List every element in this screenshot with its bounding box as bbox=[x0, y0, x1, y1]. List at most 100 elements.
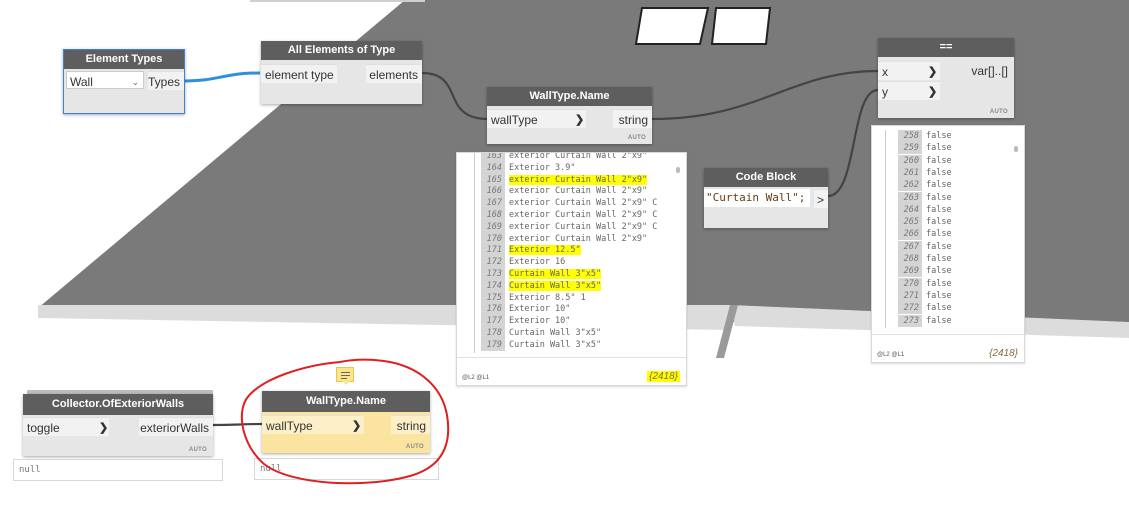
toggle-input-port[interactable]: toggle ❯ bbox=[23, 417, 109, 436]
element-types-node[interactable]: Element Types Wall ⌄ Types bbox=[63, 49, 185, 114]
list-item: 272 false bbox=[898, 302, 952, 315]
list-item: 168 exterior Curtain Wall 2"x9" C bbox=[481, 209, 657, 221]
wire-string-to-x[interactable] bbox=[651, 69, 879, 121]
y-input-port[interactable]: y ❯ bbox=[878, 81, 940, 100]
list-item: 263 false bbox=[898, 191, 952, 204]
port-label: x bbox=[882, 65, 888, 79]
list-value: false bbox=[926, 204, 952, 215]
arrow-right-icon: ❯ bbox=[352, 420, 362, 432]
list-value: false bbox=[926, 155, 952, 166]
list-index: 170 bbox=[481, 232, 505, 245]
string-output-port[interactable]: string bbox=[613, 109, 652, 128]
list-index: 166 bbox=[481, 185, 505, 198]
walltype-name-node-bottom[interactable]: WallType.Name wallType ❯ string AUTO bbox=[262, 391, 430, 453]
bool-preview-bubble[interactable]: 258 false 259 false 260 false 261 false 262 false… bbox=[871, 125, 1025, 363]
list-value: false bbox=[926, 143, 952, 154]
list-value: Curtain Wall 3"x5" bbox=[509, 280, 602, 291]
list-value: exterior Curtain Wall 2"x9" bbox=[509, 174, 648, 185]
exterior-walls-output-port[interactable]: exteriorWalls bbox=[139, 417, 213, 436]
types-output-port[interactable]: Types bbox=[148, 71, 184, 90]
walltype-input-port[interactable]: wallType ❯ bbox=[487, 109, 586, 128]
node-title: WallType.Name bbox=[262, 391, 430, 412]
list-value: false bbox=[926, 290, 952, 301]
names-preview-bubble[interactable]: 163 exterior Curtain Wall 2"x9" 164 Exterio… bbox=[456, 152, 687, 386]
list-value: Curtain Wall 3"x5" bbox=[509, 269, 602, 279]
wire-elements-to-walltype[interactable] bbox=[421, 71, 489, 121]
list-index: 169 bbox=[481, 220, 505, 233]
list-index: 264 bbox=[898, 203, 922, 216]
list-value: exterior Curtain Wall 2"x9" C bbox=[509, 210, 658, 220]
code-block-node[interactable]: Code Block "Curtain Wall"; > bbox=[704, 168, 828, 228]
wire-types-to-elementtype[interactable] bbox=[182, 71, 261, 83]
list-item: 265 false bbox=[898, 216, 952, 229]
list-index: 259 bbox=[898, 142, 922, 155]
list-index: 269 bbox=[898, 265, 922, 278]
list-index: 179 bbox=[481, 338, 505, 351]
walltype-bottom-preview-bubble[interactable]: null bbox=[254, 458, 439, 480]
list-index: 271 bbox=[898, 289, 922, 302]
walltype-name-node-top[interactable]: WallType.Name wallType ❯ string AUTO bbox=[487, 87, 652, 144]
all-elements-of-type-node[interactable]: All Elements of Type element type elemen… bbox=[261, 41, 422, 104]
scrollbar-thumb[interactable] bbox=[676, 167, 680, 173]
node-title: WallType.Name bbox=[487, 87, 652, 106]
list-index: 178 bbox=[481, 327, 505, 339]
list-value: false bbox=[926, 229, 952, 240]
list-value: false bbox=[926, 315, 952, 326]
list-item: 177 Exterior 10" bbox=[481, 315, 570, 328]
list-value: false bbox=[926, 278, 952, 289]
arrow-right-icon: ❯ bbox=[928, 66, 938, 78]
list-index: 172 bbox=[481, 256, 505, 269]
code-editor[interactable]: "Curtain Wall"; bbox=[704, 189, 810, 207]
collector-of-exterior-walls-node[interactable]: Collector.OfExteriorWalls toggle ❯ exter… bbox=[23, 394, 213, 456]
list-index: 261 bbox=[898, 166, 922, 179]
port-label: y bbox=[882, 85, 888, 99]
list-item: 179 Curtain Wall 3"x5" bbox=[481, 338, 601, 351]
list-item: 169 exterior Curtain Wall 2"x9" C bbox=[481, 220, 657, 233]
arrow-right-icon: ❯ bbox=[928, 86, 938, 98]
list-item: 271 false bbox=[898, 289, 952, 302]
preview-footer-divider bbox=[457, 357, 686, 358]
list-item: 173 Curtain Wall 3"x5" bbox=[481, 268, 602, 280]
list-levels-label: @L2 @L1 bbox=[877, 352, 905, 358]
element-type-input-port[interactable]: element type bbox=[261, 64, 337, 83]
list-index: 174 bbox=[481, 279, 505, 292]
list-vertical-guide bbox=[474, 153, 475, 353]
equals-node[interactable]: == x ❯ var[]..[] y ❯ AUTO bbox=[878, 38, 1014, 118]
x-input-port[interactable]: x ❯ bbox=[878, 61, 940, 80]
list-value: false bbox=[926, 241, 952, 252]
list-item: 262 false bbox=[898, 179, 952, 192]
list-value: false bbox=[926, 131, 952, 141]
list-item: 165 exterior Curtain Wall 2"x9" bbox=[481, 173, 648, 186]
list-count-badge: {2418} bbox=[989, 348, 1018, 359]
list-value: false bbox=[926, 266, 952, 277]
arrow-right-icon: ❯ bbox=[575, 114, 585, 126]
list-item: 178 Curtain Wall 3"x5" bbox=[481, 327, 601, 339]
list-index: 262 bbox=[898, 179, 922, 192]
walltype-input-port[interactable]: wallType ❯ bbox=[262, 415, 364, 434]
element-type-dropdown[interactable]: Wall ⌄ bbox=[66, 71, 144, 89]
scrollbar-thumb[interactable] bbox=[1014, 146, 1018, 152]
port-label: toggle bbox=[27, 421, 60, 435]
list-item: 175 Exterior 8.5" 1 bbox=[481, 291, 586, 304]
wire-collector-to-walltype[interactable] bbox=[212, 422, 263, 427]
preview-footer-divider bbox=[872, 334, 1024, 335]
port-label: wallType bbox=[491, 113, 538, 127]
list-item: 270 false bbox=[898, 277, 952, 290]
collector-preview-bubble[interactable]: null bbox=[13, 459, 223, 481]
chevron-down-icon: ⌄ bbox=[131, 77, 139, 87]
lacing-auto-label: AUTO bbox=[627, 135, 646, 141]
elements-output-port[interactable]: elements bbox=[366, 64, 422, 83]
list-index: 171 bbox=[481, 244, 505, 257]
list-index: 165 bbox=[481, 173, 505, 186]
list-index: 173 bbox=[481, 268, 505, 280]
list-value: Exterior 3.9" bbox=[509, 162, 576, 173]
output-port[interactable]: var[]..[] bbox=[971, 61, 1008, 81]
note-icon[interactable] bbox=[336, 367, 354, 385]
list-item: 174 Curtain Wall 3"x5" bbox=[481, 279, 602, 292]
code-output-port[interactable]: > bbox=[814, 189, 828, 208]
node-title: All Elements of Type bbox=[261, 41, 422, 60]
list-index: 268 bbox=[898, 253, 922, 265]
string-output-port[interactable]: string bbox=[391, 415, 430, 434]
lacing-auto-label: AUTO bbox=[188, 447, 207, 453]
list-value: Exterior 16 bbox=[509, 257, 566, 268]
